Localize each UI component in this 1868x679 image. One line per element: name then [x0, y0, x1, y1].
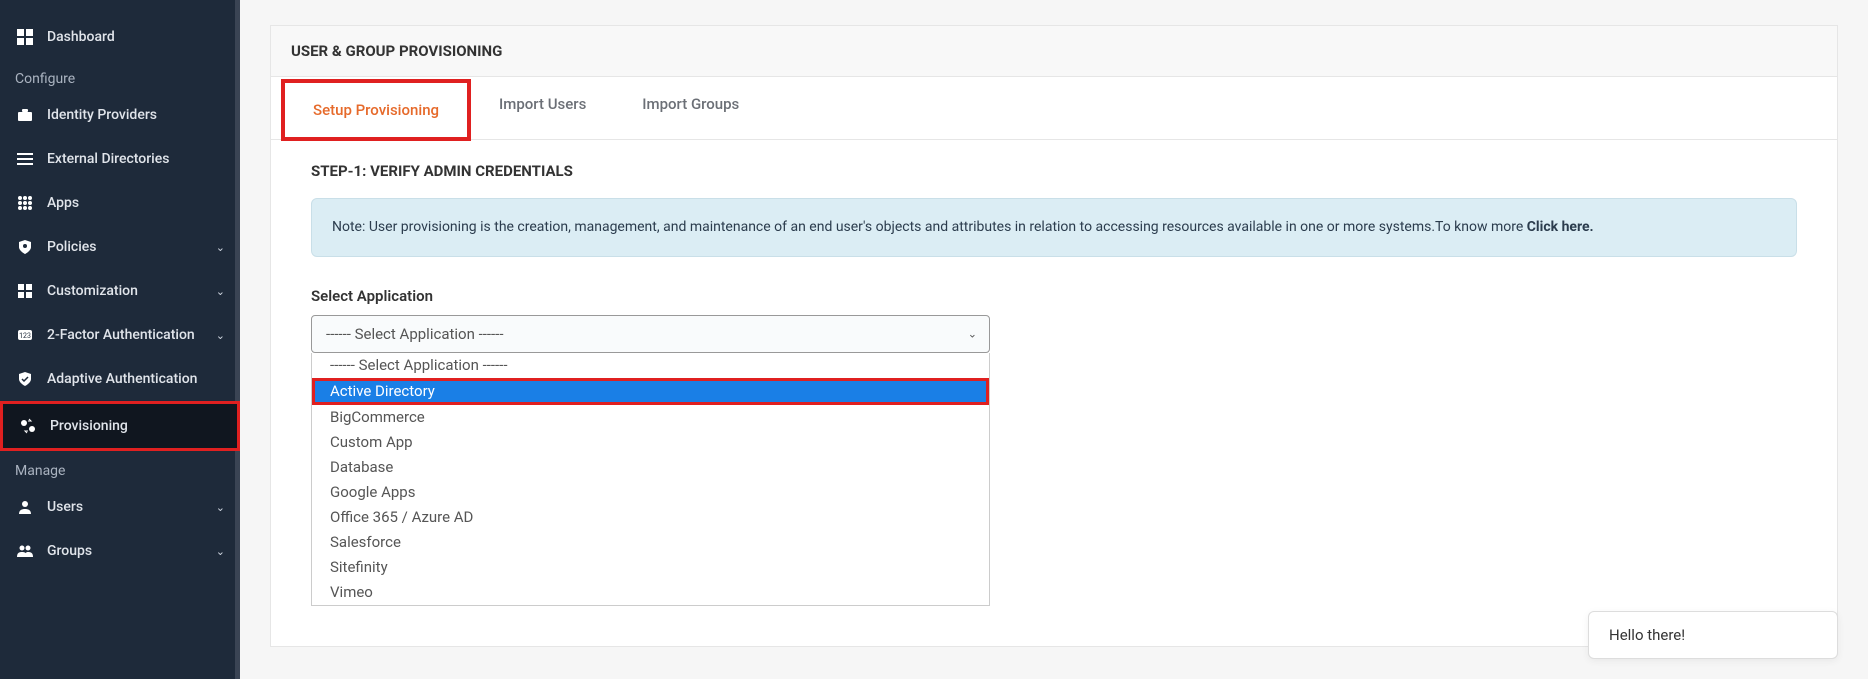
chevron-down-icon: ⌄ [216, 285, 225, 298]
sidebar-label: Customization [47, 283, 216, 299]
panel: USER & GROUP PROVISIONING Setup Provisio… [270, 25, 1838, 647]
users-icon [15, 541, 35, 561]
dropdown-option[interactable]: Database [312, 455, 989, 480]
sidebar-item-customization[interactable]: Customization ⌄ [0, 269, 240, 313]
sync-users-icon [18, 416, 38, 436]
sidebar-item-external-directories[interactable]: External Directories [0, 137, 240, 181]
chevron-down-icon: ⌄ [216, 329, 225, 342]
puzzle-icon [15, 281, 35, 301]
select-dropdown: ------ Select Application ------ Active … [311, 353, 990, 606]
sidebar-item-users[interactable]: Users ⌄ [0, 485, 240, 529]
chat-bubble[interactable]: Hello there! [1588, 611, 1838, 659]
sidebar-label: Apps [47, 195, 225, 211]
sidebar-label: Provisioning [50, 418, 222, 434]
sidebar-section-configure: Configure [0, 59, 240, 93]
tab-setup-provisioning[interactable]: Setup Provisioning [281, 79, 471, 141]
sidebar-item-adaptive-auth[interactable]: Adaptive Authentication [0, 357, 240, 401]
sidebar-label: External Directories [47, 151, 225, 167]
grid-icon [15, 193, 35, 213]
shield-check-icon [15, 369, 35, 389]
dropdown-option[interactable]: Sitefinity [312, 555, 989, 580]
list-icon [15, 149, 35, 169]
dropdown-option[interactable]: Google Apps [312, 480, 989, 505]
chevron-down-icon: ⌄ [968, 328, 977, 341]
sidebar-label: Users [47, 499, 216, 515]
sidebar-label: Policies [47, 239, 216, 255]
sidebar-label: Dashboard [47, 29, 225, 45]
sidebar-label: Adaptive Authentication [47, 371, 225, 387]
info-box: Note: User provisioning is the creation,… [311, 198, 1797, 257]
main-content: USER & GROUP PROVISIONING Setup Provisio… [240, 0, 1868, 679]
dropdown-option[interactable]: Salesforce [312, 530, 989, 555]
select-application-label: Select Application [311, 287, 1797, 305]
tab-import-groups[interactable]: Import Groups [614, 77, 767, 139]
sidebar: Dashboard Configure Identity Providers E… [0, 0, 240, 679]
shield-icon [15, 237, 35, 257]
dropdown-option-active-directory[interactable]: Active Directory [312, 378, 989, 405]
panel-body: STEP-1: VERIFY ADMIN CREDENTIALS Note: U… [271, 140, 1837, 646]
dropdown-option[interactable]: Vimeo [312, 580, 989, 605]
chevron-down-icon: ⌄ [216, 501, 225, 514]
user-icon [15, 497, 35, 517]
tabs: Setup Provisioning Import Users Import G… [271, 77, 1837, 140]
select-value: ------ Select Application ------ [326, 325, 503, 343]
chevron-down-icon: ⌄ [216, 545, 225, 558]
step-title: STEP-1: VERIFY ADMIN CREDENTIALS [311, 162, 1797, 180]
chevron-down-icon: ⌄ [216, 241, 225, 254]
info-text: Note: User provisioning is the creation,… [332, 219, 1527, 235]
panel-title: USER & GROUP PROVISIONING [271, 26, 1837, 77]
sidebar-item-policies[interactable]: Policies ⌄ [0, 225, 240, 269]
number-icon: 123 [15, 325, 35, 345]
sidebar-label: Groups [47, 543, 216, 559]
briefcase-icon [15, 105, 35, 125]
sidebar-item-identity-providers[interactable]: Identity Providers [0, 93, 240, 137]
svg-text:123: 123 [19, 332, 31, 340]
sidebar-section-manage: Manage [0, 451, 240, 485]
info-link[interactable]: Click here. [1527, 219, 1594, 235]
chat-text: Hello there! [1609, 626, 1685, 644]
sidebar-label: 2-Factor Authentication [47, 327, 216, 343]
sidebar-item-dashboard[interactable]: Dashboard [0, 15, 240, 59]
tab-import-users[interactable]: Import Users [471, 77, 614, 139]
sidebar-item-apps[interactable]: Apps [0, 181, 240, 225]
dropdown-option[interactable]: BigCommerce [312, 405, 989, 430]
sidebar-item-2fa[interactable]: 123 2-Factor Authentication ⌄ [0, 313, 240, 357]
dropdown-option[interactable]: Custom App [312, 430, 989, 455]
dashboard-icon [15, 27, 35, 47]
sidebar-label: Identity Providers [47, 107, 225, 123]
sidebar-item-provisioning[interactable]: Provisioning [0, 401, 240, 451]
sidebar-item-groups[interactable]: Groups ⌄ [0, 529, 240, 573]
dropdown-option[interactable]: ------ Select Application ------ [312, 353, 989, 378]
select-application[interactable]: ------ Select Application ------ ⌄ [311, 315, 990, 353]
dropdown-option[interactable]: Office 365 / Azure AD [312, 505, 989, 530]
